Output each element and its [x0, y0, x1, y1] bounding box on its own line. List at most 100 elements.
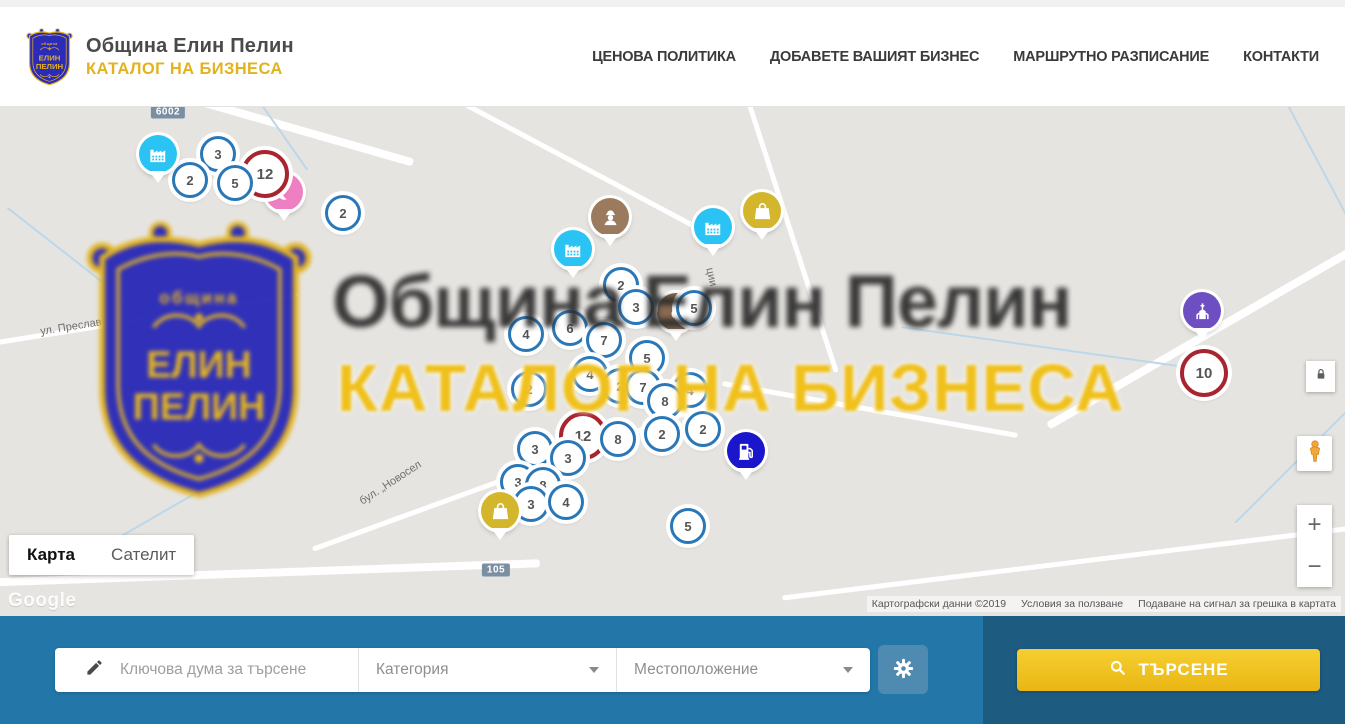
- search-fields: Категория Местоположение: [55, 648, 870, 692]
- cluster-count: 4: [562, 495, 569, 510]
- cluster-count: 5: [690, 301, 697, 316]
- factory-icon: [147, 143, 170, 166]
- cluster-count: 8: [614, 432, 621, 447]
- zoom-out-button[interactable]: −: [1297, 546, 1332, 587]
- factory-pin[interactable]: [694, 208, 732, 246]
- cluster-count: 2: [339, 206, 346, 221]
- cluster-count: 2: [525, 382, 532, 397]
- map-type-map-button[interactable]: Карта: [9, 535, 93, 575]
- site-header: община ЕЛИН ПЕЛИН Община Елин Пелин КАТА…: [0, 7, 1345, 107]
- cluster-marker[interactable]: 8: [647, 383, 683, 419]
- lock-button[interactable]: [1306, 361, 1335, 392]
- street-label: ул. Преслав: [39, 316, 102, 338]
- nav-item-contacts[interactable]: КОНТАКТИ: [1243, 49, 1319, 65]
- keyword-field[interactable]: [55, 648, 358, 692]
- cluster-count: 3: [531, 442, 538, 457]
- top-strip: [0, 0, 1345, 7]
- factory-icon: [562, 238, 585, 261]
- cluster-marker[interactable]: 2: [644, 416, 680, 452]
- cluster-count: 2: [616, 379, 623, 394]
- boundary-line: [901, 326, 1198, 370]
- road-line: [782, 522, 1345, 600]
- cluster-count: 7: [600, 333, 607, 348]
- cluster-count: 2: [699, 422, 706, 437]
- cluster-count: 4: [586, 367, 593, 382]
- svg-text:община: община: [41, 42, 57, 46]
- cluster-marker[interactable]: 8: [600, 421, 636, 457]
- category-dropdown-label: Категория: [376, 661, 448, 679]
- advanced-settings-button[interactable]: [878, 645, 928, 694]
- church-icon: [1191, 300, 1214, 323]
- municipality-crest-icon: община ЕЛИН ПЕЛИН: [26, 27, 73, 87]
- cluster-count: 8: [661, 394, 668, 409]
- church-pin[interactable]: [1183, 292, 1221, 330]
- map-canvas[interactable]: 6002105ул. Преславбул. „Новоселции 32125…: [0, 107, 1345, 616]
- svg-text:ПЕЛИН: ПЕЛИН: [133, 386, 266, 428]
- cluster-count: 4: [522, 327, 529, 342]
- google-logo: Google: [8, 590, 76, 612]
- cluster-count: 3: [514, 475, 521, 490]
- site-title: Община Елин Пелин: [86, 35, 294, 58]
- svg-text:ПЕЛИН: ПЕЛИН: [36, 62, 64, 71]
- bag-pin[interactable]: [743, 192, 781, 230]
- road-line: [722, 381, 1018, 438]
- street-view-pegman-button[interactable]: [1297, 436, 1332, 471]
- cluster-marker[interactable]: 5: [670, 508, 706, 544]
- chevron-down-icon: [589, 667, 599, 673]
- cluster-marker[interactable]: 6: [552, 310, 588, 346]
- cluster-count: 2: [617, 278, 624, 293]
- map-type-satellite-button[interactable]: Сателит: [93, 535, 194, 575]
- cluster-marker[interactable]: 5: [217, 165, 253, 201]
- attribution-link[interactable]: Условия за ползване: [1021, 598, 1123, 610]
- road-line: [0, 292, 298, 350]
- cluster-marker[interactable]: 4: [548, 484, 584, 520]
- map-type-control: Карта Сателит: [9, 535, 194, 575]
- nav-item-route-schedule[interactable]: МАРШРУТНО РАЗПИСАНИЕ: [1013, 49, 1209, 65]
- search-button-label: ТЪРСЕНЕ: [1138, 660, 1228, 680]
- cluster-marker[interactable]: 5: [676, 290, 712, 326]
- cluster-count: 3: [527, 497, 534, 512]
- factory-pin[interactable]: [554, 230, 592, 268]
- bag-pin[interactable]: [481, 492, 519, 530]
- main-nav: ЦЕНОВА ПОЛИТИКА ДОБАВЕТЕ ВАШИЯТ БИЗНЕС МАР…: [592, 49, 1319, 65]
- road-line: [399, 107, 702, 232]
- road-number-badge: 105: [482, 564, 510, 577]
- nav-item-add-your-business[interactable]: ДОБАВЕТЕ ВАШИЯТ БИЗНЕС: [770, 49, 979, 65]
- cluster-marker[interactable]: 3: [517, 431, 553, 467]
- road-line: [66, 107, 414, 166]
- worker-icon: [599, 206, 622, 229]
- nav-item-pricing-policy[interactable]: ЦЕНОВА ПОЛИТИКА: [592, 49, 736, 65]
- cluster-marker[interactable]: 2: [685, 411, 721, 447]
- cluster-count: 5: [684, 519, 691, 534]
- attribution-link[interactable]: Подаване на сигнал за грешка в картата: [1138, 598, 1336, 610]
- fuel-pin[interactable]: [727, 432, 765, 470]
- keyword-input[interactable]: [118, 660, 337, 680]
- lock-icon: [1313, 366, 1329, 387]
- boundary-line: [1229, 107, 1345, 261]
- cluster-count: 3: [564, 451, 571, 466]
- cluster-count: 3: [632, 300, 639, 315]
- cluster-marker[interactable]: 2: [325, 195, 361, 231]
- search-icon: [1108, 658, 1127, 682]
- bag-icon: [751, 200, 774, 223]
- cluster-marker[interactable]: 2: [511, 371, 547, 407]
- cluster-marker[interactable]: 10: [1180, 349, 1228, 397]
- factory-pin[interactable]: [139, 135, 177, 173]
- search-button[interactable]: ТЪРСЕНЕ: [1017, 649, 1320, 691]
- location-dropdown[interactable]: Местоположение: [616, 648, 870, 692]
- cluster-marker[interactable]: 3: [550, 440, 586, 476]
- worker-pin[interactable]: [591, 198, 629, 236]
- cluster-marker[interactable]: 2: [172, 162, 208, 198]
- attribution-text: Картографски данни ©2019: [872, 598, 1006, 610]
- category-dropdown[interactable]: Категория: [358, 648, 616, 692]
- cluster-marker[interactable]: 3: [618, 289, 654, 325]
- cluster-marker[interactable]: 4: [508, 316, 544, 352]
- zoom-in-button[interactable]: +: [1297, 505, 1332, 546]
- site-logo[interactable]: община ЕЛИН ПЕЛИН Община Елин Пелин КАТА…: [26, 27, 294, 87]
- cluster-marker[interactable]: 3: [513, 486, 549, 522]
- cluster-count: 12: [257, 166, 274, 183]
- cluster-count: 3: [214, 147, 221, 162]
- cluster-count: 5: [231, 176, 238, 191]
- cluster-marker[interactable]: 7: [586, 322, 622, 358]
- site-subtitle: КАТАЛОГ НА БИЗНЕСА: [86, 60, 294, 79]
